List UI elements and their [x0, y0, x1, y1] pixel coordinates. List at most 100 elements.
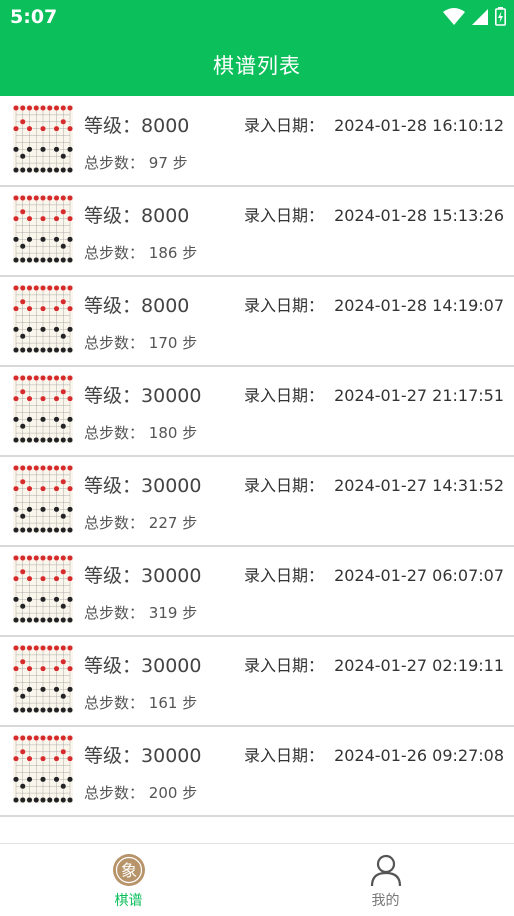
date-label: 录入日期： [244, 476, 325, 495]
chess-piece [39, 526, 47, 534]
chess-piece [12, 776, 20, 783]
chess-piece [12, 104, 20, 112]
level-label: 等级： [84, 295, 142, 317]
chess-piece [39, 236, 47, 243]
chess-piece [26, 416, 33, 423]
steps-value: 170 [148, 334, 178, 352]
steps-label: 总步数： [84, 424, 145, 442]
chess-piece [53, 194, 60, 202]
chess-piece [46, 194, 53, 202]
record-row[interactable]: 等级：30000 总步数： 161 步 录入日期： 2024-01-27 02:1… [0, 637, 514, 727]
chess-piece [53, 104, 60, 112]
chess-piece [46, 644, 53, 652]
chess-piece [19, 118, 26, 125]
record-row[interactable]: 等级：30000 总步数： 200 步 录入日期： 2024-01-26 09:2… [0, 727, 514, 817]
chess-piece [53, 166, 60, 174]
chess-piece [53, 644, 60, 652]
chess-piece [12, 506, 20, 513]
chess-piece [26, 464, 33, 472]
chess-piece [66, 104, 74, 112]
level-text: 等级：8000 [84, 111, 189, 138]
chess-piece [19, 284, 26, 292]
chess-piece [19, 208, 26, 215]
chess-piece [60, 658, 67, 665]
xiangqi-board-icon [12, 644, 74, 714]
date-text: 录入日期： 2024-01-27 14:31:52 [244, 472, 504, 496]
record-row[interactable]: 等级：30000 总步数： 319 步 录入日期： 2024-01-27 06:0… [0, 547, 514, 637]
record-row[interactable]: 等级：8000 总步数： 170 步 录入日期： 2024-01-28 14:19… [0, 277, 514, 367]
chess-piece [53, 146, 60, 153]
nav-item-mine[interactable]: 我的 [257, 844, 514, 916]
chess-piece [66, 686, 74, 693]
chess-piece [66, 166, 74, 174]
chess-piece [12, 526, 20, 534]
date-label: 录入日期： [244, 656, 325, 675]
chess-piece [26, 575, 33, 582]
chess-piece [19, 346, 26, 354]
steps-value: 186 [148, 244, 178, 262]
chess-piece [60, 346, 67, 354]
chess-piece [46, 464, 53, 472]
level-label: 等级： [84, 655, 142, 677]
chess-piece [12, 416, 20, 423]
chess-piece [53, 575, 60, 582]
chess-piece [53, 706, 60, 714]
chess-piece [53, 596, 60, 603]
chess-piece [66, 215, 74, 222]
chess-piece [19, 748, 26, 755]
steps-unit: 步 [182, 514, 198, 532]
xiangqi-board-icon [12, 734, 74, 804]
chess-piece [60, 104, 67, 112]
record-row[interactable]: 等级：30000 总步数： 227 步 录入日期： 2024-01-27 14:3… [0, 457, 514, 547]
level-label: 等级： [84, 115, 142, 137]
chess-piece [12, 215, 20, 222]
chess-piece [66, 616, 74, 624]
chess-piece [26, 194, 33, 202]
record-row[interactable]: 等级：8000 总步数： 97 步 录入日期： 2024-01-28 16:10:… [0, 97, 514, 187]
chess-piece [60, 568, 67, 575]
battery-icon [495, 7, 506, 26]
chess-piece [19, 166, 26, 174]
chess-piece [46, 256, 53, 264]
chess-piece [53, 776, 60, 783]
chess-piece [12, 395, 20, 402]
chess-piece [60, 796, 67, 804]
chess-piece [53, 755, 60, 762]
chess-piece [19, 568, 26, 575]
chess-piece [53, 485, 60, 492]
chess-piece [39, 256, 47, 264]
level-text: 等级：8000 [84, 201, 189, 228]
chess-piece [53, 346, 60, 354]
nav-item-chess-records[interactable]: 象 棋谱 [0, 844, 257, 916]
steps-label: 总步数： [84, 154, 145, 172]
chess-piece [53, 236, 60, 243]
level-text: 等级：8000 [84, 291, 189, 318]
chess-piece [39, 346, 47, 354]
chess-piece [39, 104, 47, 112]
chess-piece [53, 464, 60, 472]
record-list[interactable]: 等级：8000 总步数： 97 步 录入日期： 2024-01-28 16:10:… [0, 97, 514, 817]
chess-piece [26, 665, 33, 672]
record-row[interactable]: 等级：30000 总步数： 180 步 录入日期： 2024-01-27 21:1… [0, 367, 514, 457]
chess-piece [60, 153, 67, 160]
status-time: 5:07 [10, 6, 58, 28]
chess-piece [19, 526, 26, 534]
record-row[interactable]: 等级：8000 总步数： 186 步 录入日期： 2024-01-28 15:13… [0, 187, 514, 277]
chess-piece [39, 146, 47, 153]
steps-label: 总步数： [84, 514, 145, 532]
chess-piece [60, 616, 67, 624]
chess-piece [66, 554, 74, 562]
steps-value: 319 [148, 604, 178, 622]
chess-piece [33, 554, 40, 562]
chess-piece [26, 506, 33, 513]
level-text: 等级：30000 [84, 381, 201, 408]
chess-piece [60, 166, 67, 174]
chess-piece [66, 436, 74, 444]
steps-unit: 步 [182, 784, 198, 802]
chess-piece [33, 616, 40, 624]
level-value: 30000 [141, 745, 202, 767]
date-value: 2024-01-26 09:27:08 [334, 746, 504, 765]
chess-piece [33, 464, 40, 472]
chess-piece [39, 706, 47, 714]
chess-piece [60, 783, 67, 790]
